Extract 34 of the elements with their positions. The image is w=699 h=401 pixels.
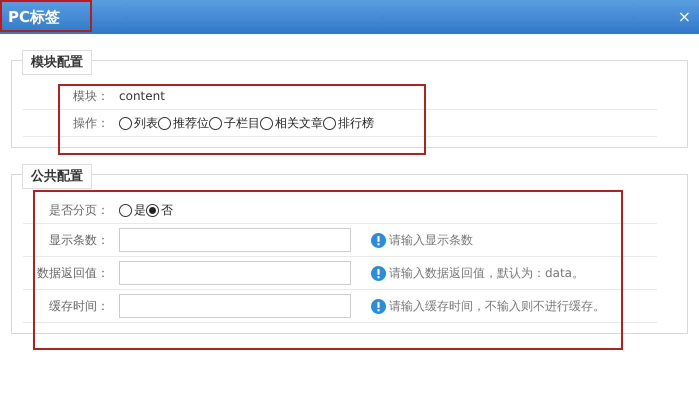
hint-text: 请输入显示条数 (389, 232, 473, 249)
field-label: 显示条数： (48, 232, 110, 249)
radio-label: 列表 (134, 115, 158, 132)
radio-label: 相关文章 (275, 115, 323, 132)
input-field[interactable] (119, 294, 351, 318)
field-label: 缓存时间： (48, 298, 110, 315)
radio-label: 推荐位 (173, 115, 209, 132)
info-icon (371, 298, 386, 314)
radio-button[interactable] (119, 116, 132, 130)
field-label: 操作： (72, 115, 110, 132)
field-label: 模块： (72, 88, 110, 105)
field-label: 是否分页： (48, 202, 110, 219)
close-button[interactable]: × (678, 9, 691, 25)
field-value: content (119, 88, 165, 105)
radio-button[interactable] (146, 204, 159, 216)
radio-label: 是 (134, 202, 146, 219)
radio-button[interactable] (119, 204, 132, 216)
radio-button[interactable] (260, 116, 273, 130)
radio-label: 子栏目 (224, 115, 260, 132)
section-legend: 公共配置 (22, 164, 92, 189)
radio-button[interactable] (323, 116, 336, 130)
section-legend: 模块配置 (22, 50, 92, 75)
info-icon (371, 232, 386, 248)
radio-label: 排行榜 (338, 115, 374, 132)
input-field[interactable] (119, 261, 351, 285)
field-label: 数据返回值： (36, 265, 110, 282)
radio-button[interactable] (209, 116, 222, 130)
hint-text: 请输入数据返回值，默认为：data。 (389, 265, 584, 282)
info-icon (371, 266, 386, 280)
radio-label: 否 (161, 202, 173, 219)
hint-text: 请输入缓存时间，不输入则不进行缓存。 (389, 298, 605, 315)
radio-button[interactable] (158, 116, 171, 130)
input-field[interactable] (119, 228, 351, 252)
window-title: PC标签 (8, 6, 60, 28)
